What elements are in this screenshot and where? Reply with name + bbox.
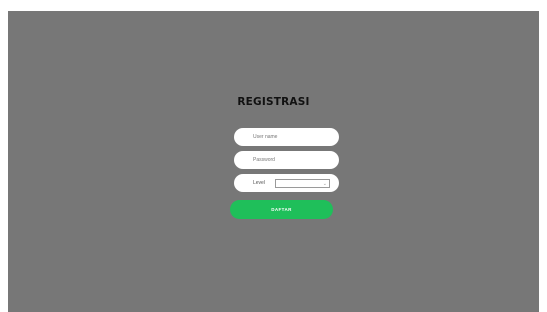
username-input[interactable] xyxy=(253,134,333,140)
level-label: Level xyxy=(253,180,265,186)
password-input[interactable] xyxy=(253,157,333,163)
username-field-wrapper xyxy=(234,128,339,146)
level-field-wrapper: Level ⌄ xyxy=(234,174,339,192)
chevron-down-icon: ⌄ xyxy=(322,180,327,187)
submit-button[interactable]: DAFTAR xyxy=(230,200,333,219)
password-field-wrapper xyxy=(234,151,339,169)
page-title: REGISTRASI xyxy=(237,96,310,108)
level-select[interactable]: ⌄ xyxy=(275,178,330,188)
page-background: REGISTRASI Level ⌄ DAFTAR xyxy=(8,11,539,312)
registration-form: REGISTRASI Level ⌄ DAFTAR xyxy=(8,11,539,312)
